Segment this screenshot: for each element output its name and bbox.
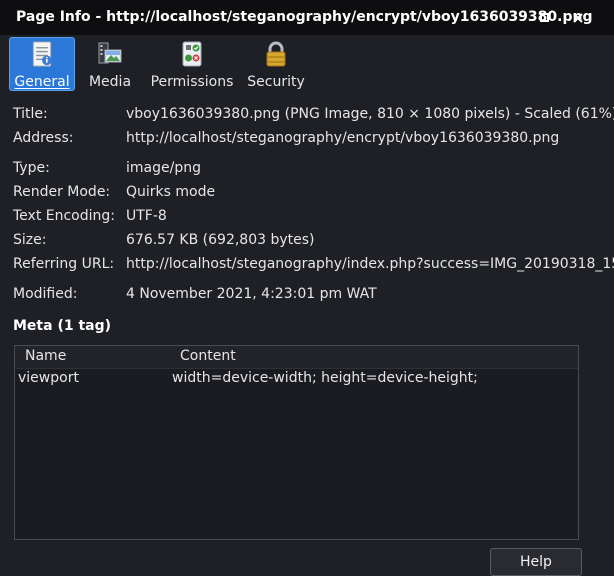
encoding-label: Text Encoding: xyxy=(13,208,115,224)
modified-value[interactable]: 4 November 2021, 4:23:01 pm WAT xyxy=(126,286,377,302)
modified-label: Modified: xyxy=(13,286,78,302)
meta-table[interactable]: Name Content viewport width=device-width… xyxy=(14,345,579,540)
maximize-icon xyxy=(540,12,549,22)
window-title: Page Info - http://localhost/steganograp… xyxy=(16,9,593,25)
tab-permissions-label: Permissions xyxy=(150,74,234,90)
title-value[interactable]: vboy1636039380.png (PNG Image, 810 × 108… xyxy=(126,106,614,122)
close-icon xyxy=(573,12,583,23)
size-value[interactable]: 676.57 KB (692,803 bytes) xyxy=(126,232,315,248)
tab-general-label: General xyxy=(14,74,70,90)
meta-table-header: Name Content xyxy=(15,346,578,369)
column-header-content[interactable]: Content xyxy=(180,348,236,364)
referring-url-value[interactable]: http://localhost/steganography/index.php… xyxy=(126,256,614,272)
tab-general[interactable]: General xyxy=(9,37,75,91)
document-info-icon xyxy=(32,41,52,67)
restore-button[interactable] xyxy=(531,0,559,35)
meta-heading: Meta (1 tag) xyxy=(13,318,112,334)
render-mode-label: Render Mode: xyxy=(13,184,111,200)
title-bar: Page Info - http://localhost/steganograp… xyxy=(0,0,614,35)
tab-security-label: Security xyxy=(247,74,305,90)
table-row[interactable]: viewport width=device-width; height=devi… xyxy=(15,369,578,391)
media-icon xyxy=(98,42,122,64)
address-label: Address: xyxy=(13,130,74,146)
meta-name-cell: viewport xyxy=(18,370,79,386)
address-value[interactable]: http://localhost/steganography/encrypt/v… xyxy=(126,130,559,146)
tab-media-label: Media xyxy=(88,74,132,90)
tab-media[interactable]: Media xyxy=(84,37,136,91)
size-label: Size: xyxy=(13,232,47,248)
tab-permissions[interactable]: Permissions xyxy=(148,37,236,91)
title-label: Title: xyxy=(13,106,48,122)
meta-content-cell: width=device-width; height=device-height… xyxy=(172,370,478,386)
type-label: Type: xyxy=(13,160,50,176)
render-mode-value[interactable]: Quirks mode xyxy=(126,184,215,200)
referring-url-label: Referring URL: xyxy=(13,256,115,272)
type-value[interactable]: image/png xyxy=(126,160,201,176)
column-header-name[interactable]: Name xyxy=(25,348,66,364)
tab-security[interactable]: Security xyxy=(244,37,308,91)
permissions-icon xyxy=(182,41,202,67)
close-button[interactable] xyxy=(564,0,592,35)
help-button[interactable]: Help xyxy=(490,548,582,576)
encoding-value[interactable]: UTF-8 xyxy=(126,208,167,224)
tab-toolbar: General Media Permissions Security xyxy=(0,35,614,93)
lock-icon xyxy=(266,41,286,67)
